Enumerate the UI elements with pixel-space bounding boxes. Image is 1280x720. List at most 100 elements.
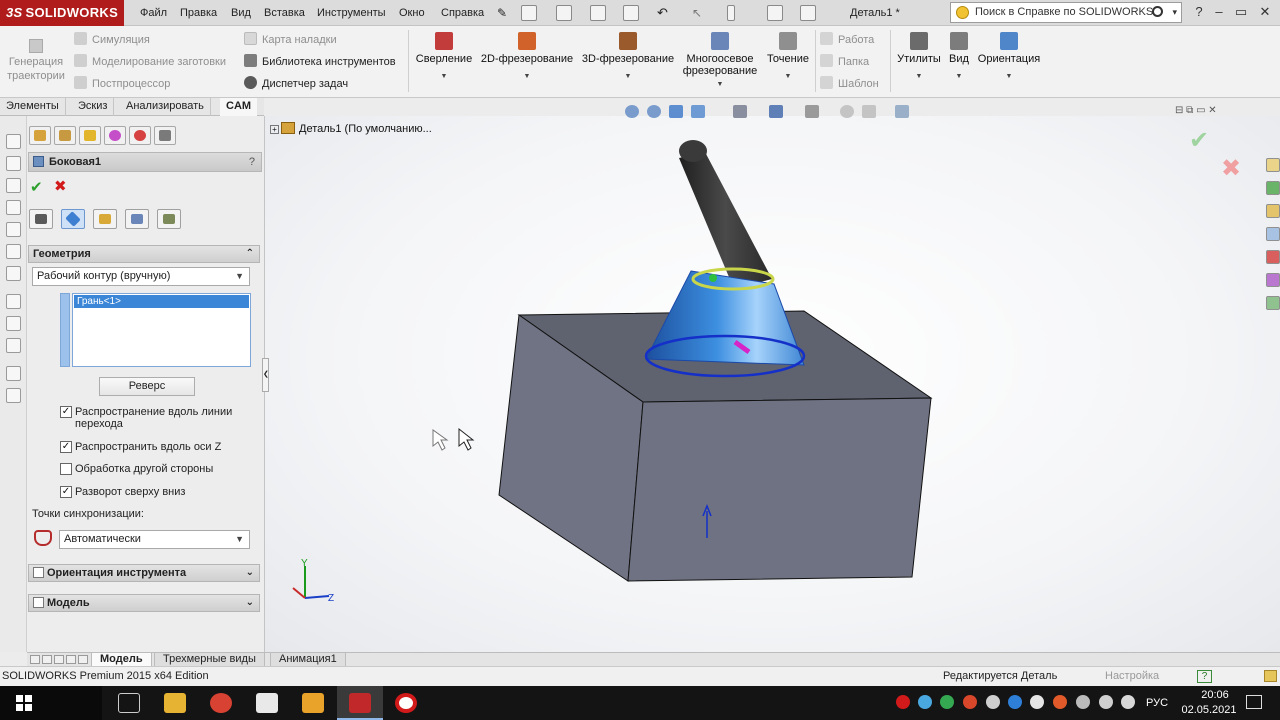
close-icon[interactable]: ✕ [1256, 3, 1274, 21]
viewport-window-controls[interactable]: ⊟ ⧉ ▭ ✕ [1175, 105, 1217, 116]
template-button[interactable]: Шаблон [820, 76, 879, 91]
tab-evaluate[interactable]: Анализировать [120, 98, 211, 116]
tab-animation[interactable]: Анимация1 [270, 653, 346, 667]
new-document-icon[interactable] [521, 5, 537, 21]
tray-drive-icon[interactable] [1030, 695, 1044, 709]
menu-insert[interactable]: Вставка [264, 0, 305, 26]
solidworks-logo[interactable]: 3S SOLIDWORKS [0, 0, 124, 26]
chevron-down-icon[interactable]: ▼ [235, 268, 244, 285]
custom-properties-icon[interactable] [1266, 273, 1280, 287]
pm-tab-links-icon[interactable] [125, 209, 149, 229]
menu-view[interactable]: Вид [231, 0, 251, 26]
status-help-icon[interactable]: ? [1197, 670, 1212, 683]
strip-tool-icon[interactable] [6, 244, 21, 259]
view-button[interactable]: Вид ▼ [946, 32, 972, 83]
volume-icon[interactable] [1121, 695, 1135, 709]
strip-tool-icon[interactable] [6, 366, 21, 381]
expand-icon[interactable]: ⌄ [246, 595, 254, 611]
folder-button[interactable]: Папка [820, 54, 869, 69]
tray-check-icon[interactable] [940, 695, 954, 709]
tab-sketch[interactable]: Эскиз [72, 98, 115, 116]
tool-library-button[interactable]: Библиотека инструментов [244, 54, 396, 69]
tab-cam[interactable]: CAM [220, 98, 258, 116]
forum-icon[interactable] [1266, 296, 1280, 310]
clock-date[interactable]: 02.05.2021 [1180, 704, 1238, 716]
appearances-icon[interactable] [1266, 250, 1280, 264]
model-graphics[interactable]: Y Z [265, 116, 1280, 652]
save-icon[interactable] [590, 5, 606, 21]
options-icon[interactable] [800, 5, 816, 21]
home-icon[interactable] [1266, 158, 1280, 172]
strip-tool-icon[interactable] [6, 178, 21, 193]
tab-feature-tree-icon[interactable] [29, 126, 51, 145]
minimize-icon[interactable]: – [1210, 3, 1228, 21]
turning-button[interactable]: Точение ▼ [762, 32, 814, 83]
graphics-viewport[interactable]: ❮ + Деталь1 (По умолчанию... ⊟ ⧉ ▭ ✕ Y Z… [262, 105, 1280, 652]
menu-tools[interactable]: Инструменты [317, 0, 386, 26]
tab-features[interactable]: Элементы [0, 98, 66, 116]
chevron-down-icon[interactable]: ▼ [580, 71, 676, 83]
bluetooth-icon[interactable] [1008, 695, 1022, 709]
design-library-icon[interactable] [1266, 181, 1280, 195]
prev-tab-icon[interactable] [42, 655, 52, 664]
rebuild-icon[interactable] [727, 5, 735, 21]
generate-toolpath-button[interactable]: Генерация траектории [6, 39, 66, 83]
tab-cam-tree-icon[interactable] [154, 126, 176, 145]
print-icon[interactable] [623, 5, 639, 21]
chevron-down-icon[interactable]: ▼ [414, 71, 474, 83]
tool-orientation-group-header[interactable]: Ориентация инструмента ⌄ [28, 564, 260, 582]
milling-3d-button[interactable]: 3D-фрезерование ▼ [580, 32, 676, 83]
media-player-icon[interactable] [302, 693, 324, 713]
propagate-z-checkbox[interactable]: ✓ Распространить вдоль оси Z [60, 441, 250, 453]
menu-file[interactable]: Файл [140, 0, 167, 26]
simulation-button[interactable]: Симуляция [74, 32, 150, 47]
file-properties-icon[interactable] [767, 5, 783, 21]
strip-tool-icon[interactable] [6, 134, 21, 149]
tab-display-manager-icon[interactable] [129, 126, 151, 145]
drilling-button[interactable]: Сверление ▼ [414, 32, 474, 83]
last-tab-icon[interactable] [66, 655, 76, 664]
rebuild-status-icon[interactable] [1264, 670, 1277, 682]
more-tabs-icon[interactable] [78, 655, 88, 664]
undo-icon[interactable]: ↶ [657, 5, 673, 21]
job-button[interactable]: Работа [820, 32, 874, 47]
milling-2d-button[interactable]: 2D-фрезерование ▼ [480, 32, 574, 83]
solidworks-taskbar-button[interactable] [337, 686, 383, 720]
setup-sheet-button[interactable]: Карта наладки [244, 32, 337, 47]
clock-time[interactable]: 20:06 [1192, 689, 1238, 701]
tray-record-icon[interactable] [896, 695, 910, 709]
tray-usb-icon[interactable] [986, 695, 1000, 709]
pin-icon[interactable]: ✎ [497, 5, 513, 21]
propagate-transition-checkbox[interactable]: ✓ Распространение вдоль линии перехода [60, 406, 250, 430]
strip-tool-icon[interactable] [6, 338, 21, 353]
strip-tool-icon[interactable] [6, 316, 21, 331]
pm-tab-geometry-icon[interactable] [61, 209, 85, 229]
task-manager-button[interactable]: Диспетчер задач [244, 76, 348, 91]
chevron-down-icon[interactable]: ▼ [762, 71, 814, 83]
checkbox-box[interactable]: ✓ [60, 486, 72, 498]
pm-tab-parameters-icon[interactable] [93, 209, 117, 229]
cancel-x-icon[interactable]: ✖ [54, 177, 67, 195]
ok-check-icon[interactable]: ✔ [30, 178, 43, 196]
help-question-icon[interactable]: ? [1190, 3, 1208, 21]
other-side-checkbox[interactable]: Обработка другой стороны [60, 463, 250, 475]
orientation-button[interactable]: Ориентация ▼ [976, 32, 1042, 83]
search-dropdown-icon[interactable]: ▾ [1172, 3, 1177, 22]
multiaxis-milling-button[interactable]: Многоосевое фрезерование ▼ [680, 32, 760, 91]
record-icon[interactable] [395, 693, 417, 713]
menu-edit[interactable]: Правка [180, 0, 217, 26]
open-folder-icon[interactable] [556, 5, 572, 21]
strip-tool-icon[interactable] [6, 200, 21, 215]
tab-3d-views[interactable]: Трехмерные виды [154, 653, 265, 667]
checkbox-box[interactable]: ✓ [60, 441, 72, 453]
strip-tool-icon[interactable] [6, 294, 21, 309]
confirm-cancel-icon[interactable]: ✖ [1221, 154, 1241, 183]
checkbox-box[interactable]: ✓ [60, 406, 72, 418]
menu-window[interactable]: Окно [399, 0, 425, 26]
chevron-down-icon[interactable]: ▼ [896, 71, 942, 83]
chevron-down-icon[interactable]: ▼ [235, 531, 244, 548]
language-indicator[interactable]: РУС [1146, 686, 1168, 720]
model-checkbox[interactable] [33, 597, 44, 608]
geometry-group-header[interactable]: Геометрия ⌃ [28, 245, 260, 263]
postprocessor-button[interactable]: Постпроцессор [74, 76, 170, 91]
